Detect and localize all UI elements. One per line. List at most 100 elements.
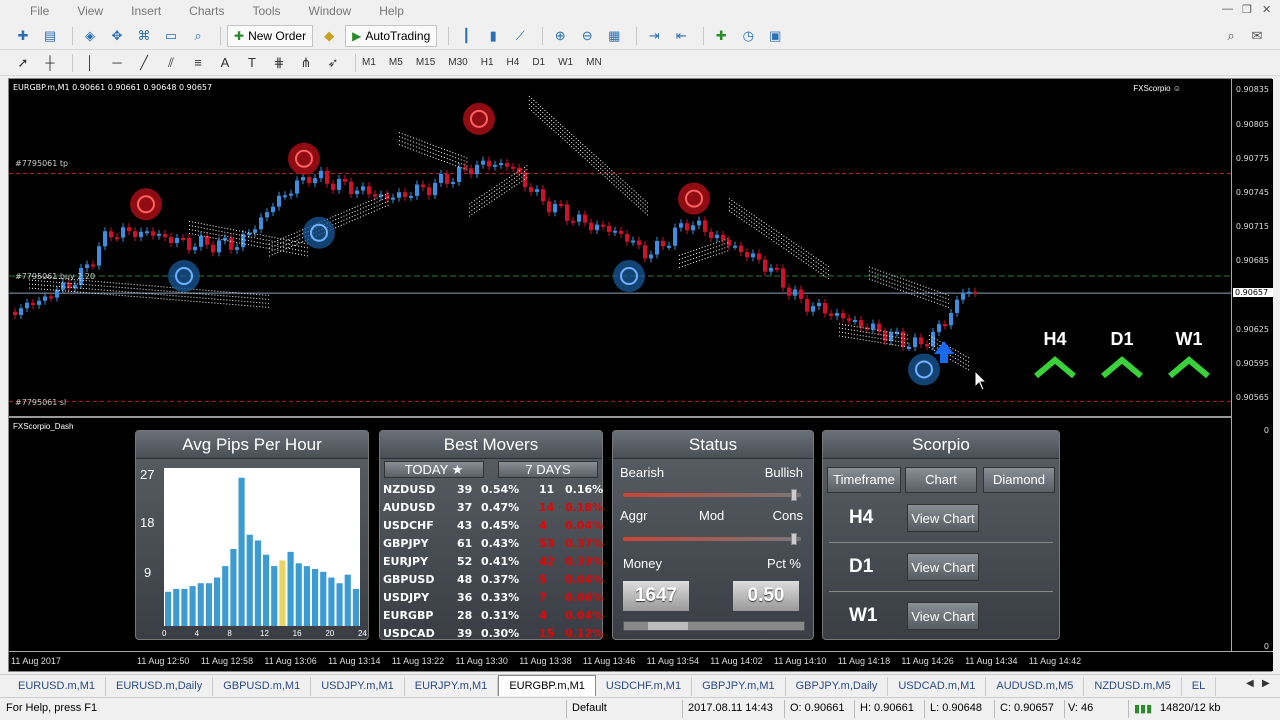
timeframe-d1-button[interactable]: D1 xyxy=(532,57,545,68)
tab-7-days[interactable]: 7 DAYS xyxy=(498,461,598,478)
strategy-tester-icon[interactable]: ⌕ xyxy=(187,25,209,47)
navigator-icon[interactable]: ✥ xyxy=(106,25,128,47)
horizontal-line-icon[interactable]: ─ xyxy=(106,52,128,74)
metaeditor-icon[interactable]: ◆ xyxy=(318,25,340,47)
terminal-icon[interactable]: ▭ xyxy=(160,25,182,47)
market-watch-icon[interactable]: ◈ xyxy=(79,25,101,47)
new-chart-icon[interactable]: ✚ xyxy=(12,25,34,47)
data-window-icon[interactable]: ⌘ xyxy=(133,25,155,47)
risk-slider-thumb[interactable] xyxy=(791,533,797,545)
periods-icon[interactable]: ◷ xyxy=(737,25,759,47)
pips-bar xyxy=(205,583,212,626)
andrews-pitchfork-icon[interactable]: ⋔ xyxy=(295,52,317,74)
menu-charts[interactable]: Charts xyxy=(189,4,224,18)
cursor-icon[interactable]: ➚ xyxy=(12,52,34,74)
candle xyxy=(235,247,239,250)
restore-icon[interactable]: ❐ xyxy=(1242,3,1252,16)
chart-tab[interactable]: EURUSD.m,M1 xyxy=(8,677,107,696)
candle xyxy=(229,237,233,250)
chart-tab[interactable]: EL xyxy=(1182,677,1217,696)
menu-insert[interactable]: Insert xyxy=(131,4,161,18)
equidistant-channel-icon[interactable]: ⫽ xyxy=(160,52,182,74)
timeframe-h4-button[interactable]: H4 xyxy=(507,57,520,68)
price-chart[interactable]: EURGBP.m,M1 0.90661 0.90661 0.90648 0.90… xyxy=(9,79,1231,415)
buy-signal-icon xyxy=(303,216,335,249)
sentiment-slider-track[interactable] xyxy=(623,493,801,497)
chart-shift-icon[interactable]: ⇤ xyxy=(670,25,692,47)
arrows-icon[interactable]: ➶ xyxy=(322,52,344,74)
timeframe-h1-button[interactable]: H1 xyxy=(481,57,494,68)
profiles-icon[interactable]: ▤ xyxy=(39,25,61,47)
timeframe-m5-button[interactable]: M5 xyxy=(389,57,403,68)
tab-today[interactable]: TODAY ★ xyxy=(384,461,484,478)
fibonacci-icon[interactable]: ≡ xyxy=(187,52,209,74)
templates-icon[interactable]: ▣ xyxy=(764,25,786,47)
chart-tab[interactable]: AUDUSD.m,M5 xyxy=(986,677,1085,696)
pips-bar xyxy=(279,560,286,626)
view-chart-h4-button[interactable]: View Chart xyxy=(907,504,979,532)
trendline-icon[interactable]: ╱ xyxy=(133,52,155,74)
timeframe-w1-button[interactable]: W1 xyxy=(558,57,573,68)
chart-tab[interactable]: EURJPY.m,M1 xyxy=(405,677,499,696)
vertical-line-icon[interactable]: │ xyxy=(79,52,101,74)
pct-value[interactable]: 0.50 xyxy=(733,581,799,611)
new-order-button[interactable]: ✚ New Order xyxy=(227,24,314,47)
auto-scroll-icon[interactable]: ⇥ xyxy=(643,25,665,47)
candle xyxy=(733,245,737,248)
autotrading-button[interactable]: ▶ AutoTrading xyxy=(345,24,438,47)
tabs-scroll-left-icon[interactable]: ◀ xyxy=(1246,678,1254,689)
timeframe-m30-button[interactable]: M30 xyxy=(448,57,467,68)
minimize-icon[interactable]: — xyxy=(1222,3,1233,15)
tile-windows-icon[interactable]: ▦ xyxy=(603,25,625,47)
candle xyxy=(673,227,677,246)
chart-tab[interactable]: GBPJPY.m,Daily xyxy=(786,677,889,696)
pips-bar xyxy=(303,566,310,626)
risk-slider-track[interactable] xyxy=(623,537,801,541)
bar-chart-icon[interactable]: ┃ xyxy=(455,25,477,47)
price-scale[interactable]: 0 0 0.90835 0.90805 0.90775 0.90745 0.90715 0… xyxy=(1231,79,1273,651)
zoom-out-icon[interactable]: ⊖ xyxy=(576,25,598,47)
text-icon[interactable]: A xyxy=(214,52,236,74)
view-chart-d1-button[interactable]: View Chart xyxy=(907,553,979,581)
gann-icon[interactable]: ⋕ xyxy=(268,52,290,74)
close-icon[interactable]: ✕ xyxy=(1262,3,1271,16)
timeframe-mn-button[interactable]: MN xyxy=(586,57,602,68)
time-label: 11 Aug 12:50 xyxy=(137,656,190,666)
money-value[interactable]: 1647 xyxy=(623,581,689,611)
text-label-icon[interactable]: T xyxy=(241,52,263,74)
chart-window[interactable]: EURGBP.m,M1 0.90661 0.90661 0.90648 0.90… xyxy=(8,78,1273,672)
timeframe-m15-button[interactable]: M15 xyxy=(416,57,435,68)
menu-view[interactable]: View xyxy=(77,4,103,18)
chart-tab[interactable]: EURUSD.m,Daily xyxy=(106,677,214,696)
chart-tab[interactable]: EURGBP.m,M1 xyxy=(498,675,596,696)
mover-pct7: 0.18% xyxy=(565,501,604,514)
indicators-icon[interactable]: ✚ xyxy=(710,25,732,47)
chart-tab[interactable]: USDCAD.m,M1 xyxy=(888,677,987,696)
dash-scrollbar-thumb[interactable] xyxy=(648,622,688,630)
menu-window[interactable]: Window xyxy=(309,4,352,18)
chat-icon[interactable]: ✉ xyxy=(1246,25,1268,47)
candle xyxy=(589,222,593,231)
zoom-in-icon[interactable]: ⊕ xyxy=(549,25,571,47)
candle xyxy=(259,217,263,230)
chart-tab[interactable]: NZDUSD.m,M5 xyxy=(1084,677,1182,696)
price-label: 0.90715 xyxy=(1235,222,1269,232)
crosshair-icon[interactable]: ┼ xyxy=(39,52,61,74)
sentiment-slider-thumb[interactable] xyxy=(791,489,797,501)
avg-pips-x-tick: 16 xyxy=(292,629,302,638)
menu-file[interactable]: File xyxy=(30,4,49,18)
chart-tab[interactable]: GBPUSD.m,M1 xyxy=(213,677,312,696)
timeframe-m1-button[interactable]: M1 xyxy=(362,57,376,68)
view-chart-w1-button[interactable]: View Chart xyxy=(907,602,979,630)
time-axis[interactable]: 11 Aug 2017 11 Aug 12:50 11 Aug 12:58 11 Au… xyxy=(9,651,1273,671)
candlestick-icon[interactable]: ▮ xyxy=(482,25,504,47)
menu-tools[interactable]: Tools xyxy=(253,4,281,18)
search-icon[interactable]: ⌕ xyxy=(1220,25,1242,47)
chart-tab[interactable]: USDCHF.m,M1 xyxy=(596,677,693,696)
chart-tab[interactable]: GBPJPY.m,M1 xyxy=(692,677,786,696)
tabs-scroll-right-icon[interactable]: ▶ xyxy=(1262,678,1270,689)
line-chart-icon[interactable]: ⟋ xyxy=(509,25,531,47)
dash-scrollbar[interactable] xyxy=(623,621,805,631)
menu-help[interactable]: Help xyxy=(379,4,404,18)
chart-tab[interactable]: USDJPY.m,M1 xyxy=(311,677,405,696)
